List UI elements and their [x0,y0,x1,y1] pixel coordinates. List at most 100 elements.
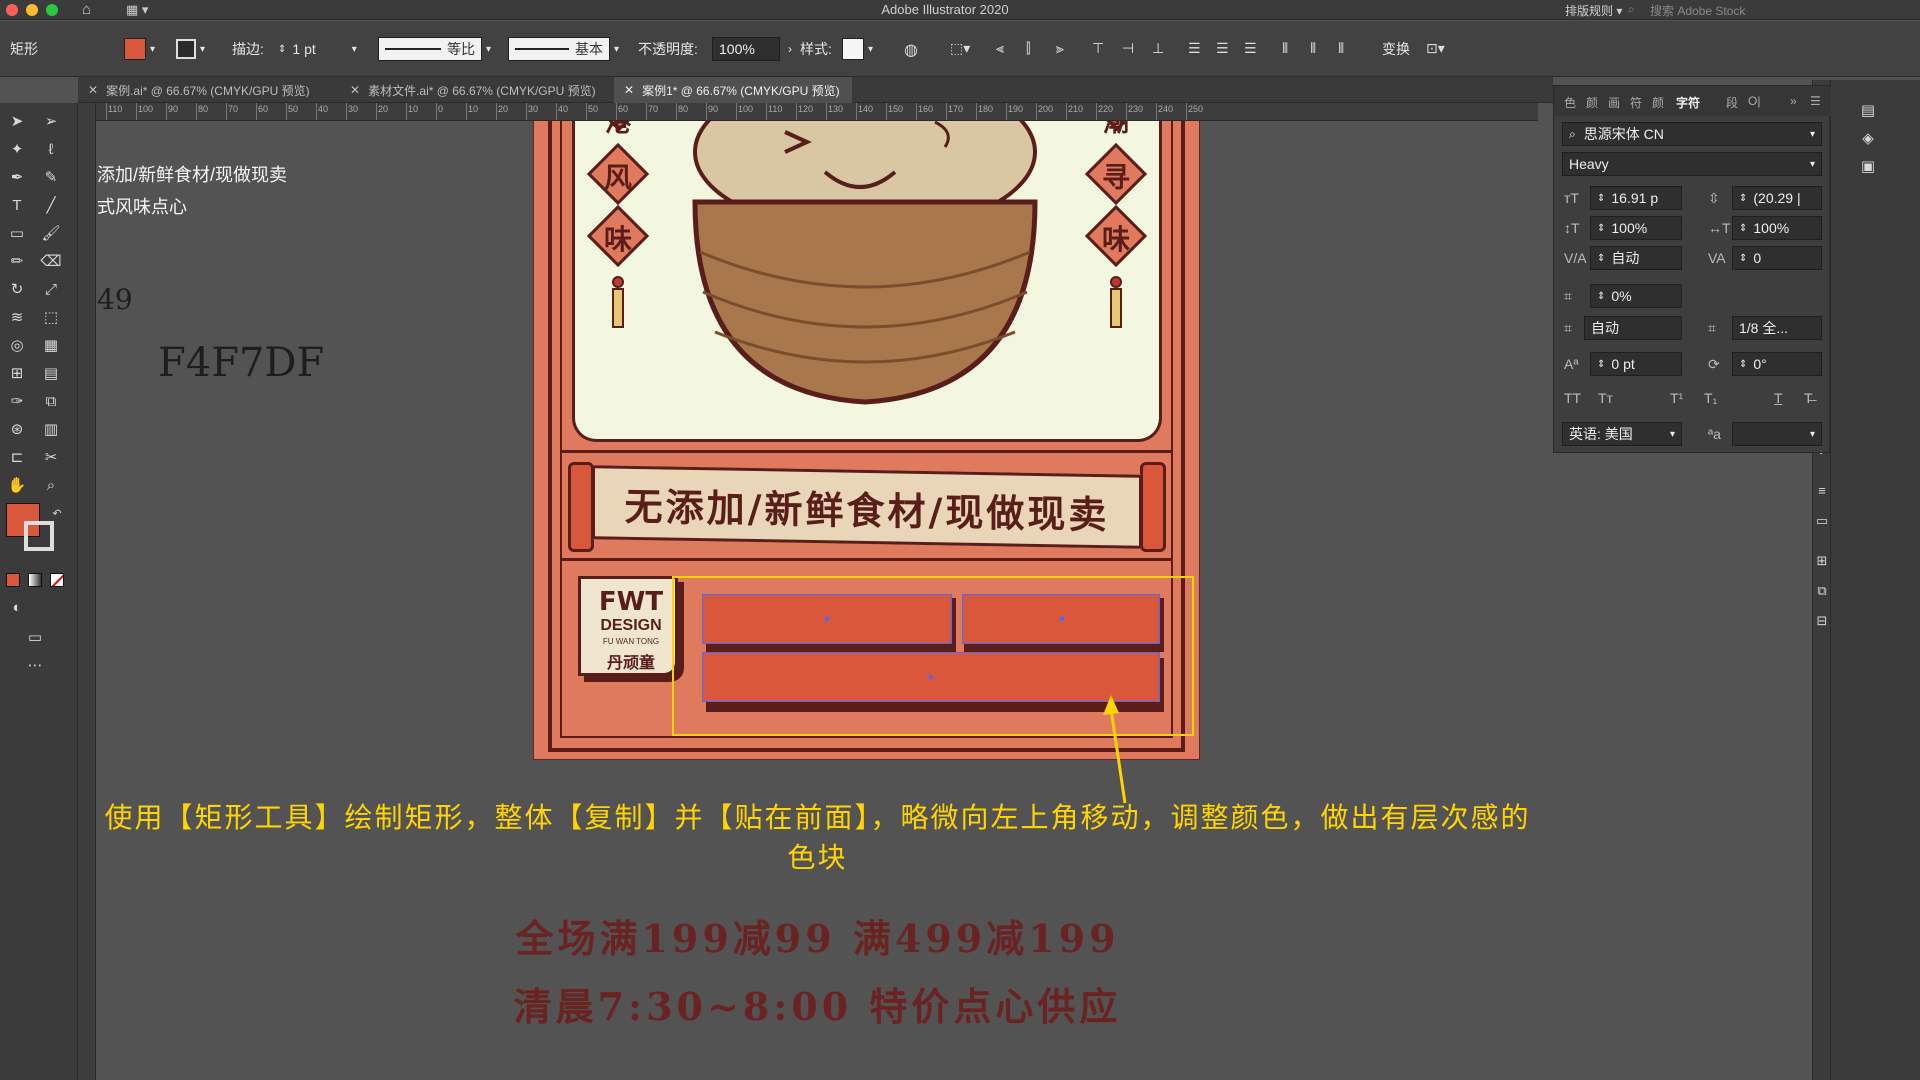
close-icon[interactable]: ✕ [88,83,98,97]
superscript-icon[interactable]: T¹ [1670,390,1683,406]
pencil-icon[interactable]: ✏ [6,251,28,273]
scale-icon[interactable]: ⤢ [40,279,62,301]
none-mode-icon[interactable] [50,573,64,587]
language-field[interactable]: 英语: 美国 ▾ [1562,422,1682,446]
libraries-icon[interactable]: ▣ [1857,156,1879,178]
opacity-field[interactable]: 100% › [712,37,792,61]
eyedropper-icon[interactable]: ✑ [6,391,28,413]
blend-icon[interactable]: ⧉ [40,391,62,413]
panel-expand-icon[interactable]: » [1790,94,1797,108]
opacity-value[interactable]: 100% [712,37,780,61]
draw-mode-icon[interactable]: ◐ [6,597,28,619]
pen-tool-icon[interactable]: ✒ [6,167,28,189]
kerning-field[interactable]: ⇕ 自动 [1590,246,1682,270]
vertical-scale-field[interactable]: ⇕ 100% [1590,216,1682,240]
stock-search-input[interactable]: ⌕ 搜索 Adobe Stock [1620,2,1820,18]
subscript-icon[interactable]: T₁ [1704,390,1717,406]
tab-case1[interactable]: ✕ 案例1* @ 66.67% (CMYK/GPU 预览) [614,77,852,103]
close-icon[interactable]: ✕ [624,83,634,97]
align-right-icon[interactable]: ⫸ [1056,40,1074,58]
transform-panel-icon[interactable]: ⊞ [1811,550,1833,572]
panel-tab-swatches[interactable]: 颜 [1652,94,1664,111]
swap-colors-icon[interactable]: ↶ [46,503,68,525]
mesh-icon[interactable]: ⊞ [6,363,28,385]
align-panel-icon[interactable]: ⊟ [1811,610,1833,632]
screen-mode-icon[interactable]: ▭ [24,627,46,649]
distribute-right-icon[interactable]: ⦀ [1338,40,1356,58]
transform-link[interactable]: 变换 [1382,37,1410,61]
artboard-icon[interactable]: ⊏ [6,447,28,469]
pathfinder-icon[interactable]: ⧉ [1811,580,1833,602]
tsume-field[interactable]: ⇕ 0% [1590,284,1682,308]
panel-tab-brushes[interactable]: 画 [1608,94,1620,111]
graph-icon[interactable]: ▥ [40,419,62,441]
gradient-panel-icon[interactable]: ▭ [1811,510,1833,532]
close-icon[interactable]: ✕ [350,83,360,97]
anti-alias-field[interactable]: ▾ [1732,422,1822,446]
underline-icon[interactable]: T̲ [1774,390,1783,406]
rotate-icon[interactable]: ↻ [6,279,28,301]
more-tools-icon[interactable]: ⋯ [24,655,46,677]
rectangle-tool-icon[interactable]: ▭ [6,223,28,245]
stroke-color-swatch[interactable] [24,521,54,551]
align-center-icon[interactable]: ⫿ [1026,40,1044,58]
tab-case[interactable]: ✕ 案例.ai* @ 66.67% (CMYK/GPU 预览) [78,77,328,103]
all-caps-icon[interactable]: TT [1564,390,1581,406]
tracking-field[interactable]: ⇕ 0 [1732,246,1822,270]
baseline-shift-field[interactable]: ⇕ 0 pt [1590,352,1682,376]
layers-icon[interactable]: ◈ [1857,128,1879,150]
lasso-icon[interactable]: ℓ [40,139,62,161]
selection-tool-icon[interactable]: ➤ [6,111,28,133]
paintbrush-icon[interactable]: 🖌 [40,223,62,245]
stroke-swatch[interactable]: ▾ [176,37,205,61]
perspective-grid-icon[interactable]: ▦ [40,335,62,357]
hand-icon[interactable]: ✋ [6,475,28,497]
small-caps-icon[interactable]: Tт [1598,390,1613,406]
horizontal-scale-field[interactable]: ⇕ 100% [1732,216,1822,240]
leading-field[interactable]: ⇕ (20.29 | [1732,186,1822,210]
font-style-field[interactable]: Heavy ▾ [1562,152,1822,176]
strikethrough-icon[interactable]: T̶ [1804,390,1813,406]
zoom-icon[interactable]: ⌕ [40,475,62,497]
fill-swatch[interactable]: ▾ [124,37,155,61]
align-top-icon[interactable]: ⊤ [1092,40,1110,58]
magic-wand-icon[interactable]: ✦ [6,139,28,161]
slice-icon[interactable]: ✂ [40,447,62,469]
graphic-style-swatch[interactable]: ▾ [842,37,873,61]
aki-left-field[interactable]: 自动 [1584,316,1682,340]
color-mode-icon[interactable] [6,573,20,587]
distribute-center-icon[interactable]: ⦀ [1310,40,1328,58]
eraser-icon[interactable]: ⌫ [40,251,62,273]
curvature-tool-icon[interactable]: ✎ [40,167,62,189]
aki-right-field[interactable]: 1/8 全... [1732,316,1822,340]
font-size-field[interactable]: ⇕ 16.91 p [1590,186,1682,210]
tab-material-file[interactable]: ✕ 素材文件.ai* @ 66.67% (CMYK/GPU 预览) [340,77,608,103]
align-left-icon[interactable]: ⫷ [996,40,1014,58]
panel-menu-icon[interactable]: ☰ [1810,94,1821,108]
warp-icon[interactable]: ≋ [6,307,28,329]
workspace-menu[interactable]: 排版规则 ▾ [1565,2,1622,19]
recolor-artwork-icon[interactable]: ◍ [904,40,922,59]
stroke-weight-field[interactable]: ⇕ 1 pt ▾ [278,37,357,61]
distribute-top-icon[interactable]: ☰ [1188,40,1206,58]
align-bottom-icon[interactable]: ⊥ [1152,40,1170,58]
distribute-bottom-icon[interactable]: ☰ [1244,40,1262,58]
brush-definition[interactable]: 基本 ▾ [508,37,619,61]
type-tool-icon[interactable]: T [6,195,28,217]
align-to-icon[interactable]: ⬚▾ [950,40,970,58]
symbol-sprayer-icon[interactable]: ⊛ [6,419,28,441]
line-tool-icon[interactable]: ╱ [40,195,62,217]
properties-icon[interactable]: ▤ [1857,100,1879,122]
font-family-field[interactable]: ⌕ 思源宋体 CN ▾ [1562,122,1822,146]
panel-tab-symbols[interactable]: 符 [1630,94,1642,111]
variable-width-profile[interactable]: 等比 ▾ [378,37,491,61]
distribute-left-icon[interactable]: ⦀ [1282,40,1300,58]
panel-tab-opentype[interactable]: O| [1748,94,1760,108]
isolate-icon[interactable]: ⊡▾ [1426,40,1445,58]
gradient-icon[interactable]: ▤ [40,363,62,385]
poster-artboard[interactable]: 港 风 味 潮 寻 味 无添加/新鲜食材/现做现卖 FWT DESIGN FU … [533,121,1200,760]
stroke-panel-icon[interactable]: ≡ [1811,480,1833,502]
panel-tab-character[interactable]: 字符 [1676,94,1700,111]
panel-tab-color-guide[interactable]: 颜 [1586,94,1598,111]
free-transform-icon[interactable]: ⬚ [40,307,62,329]
